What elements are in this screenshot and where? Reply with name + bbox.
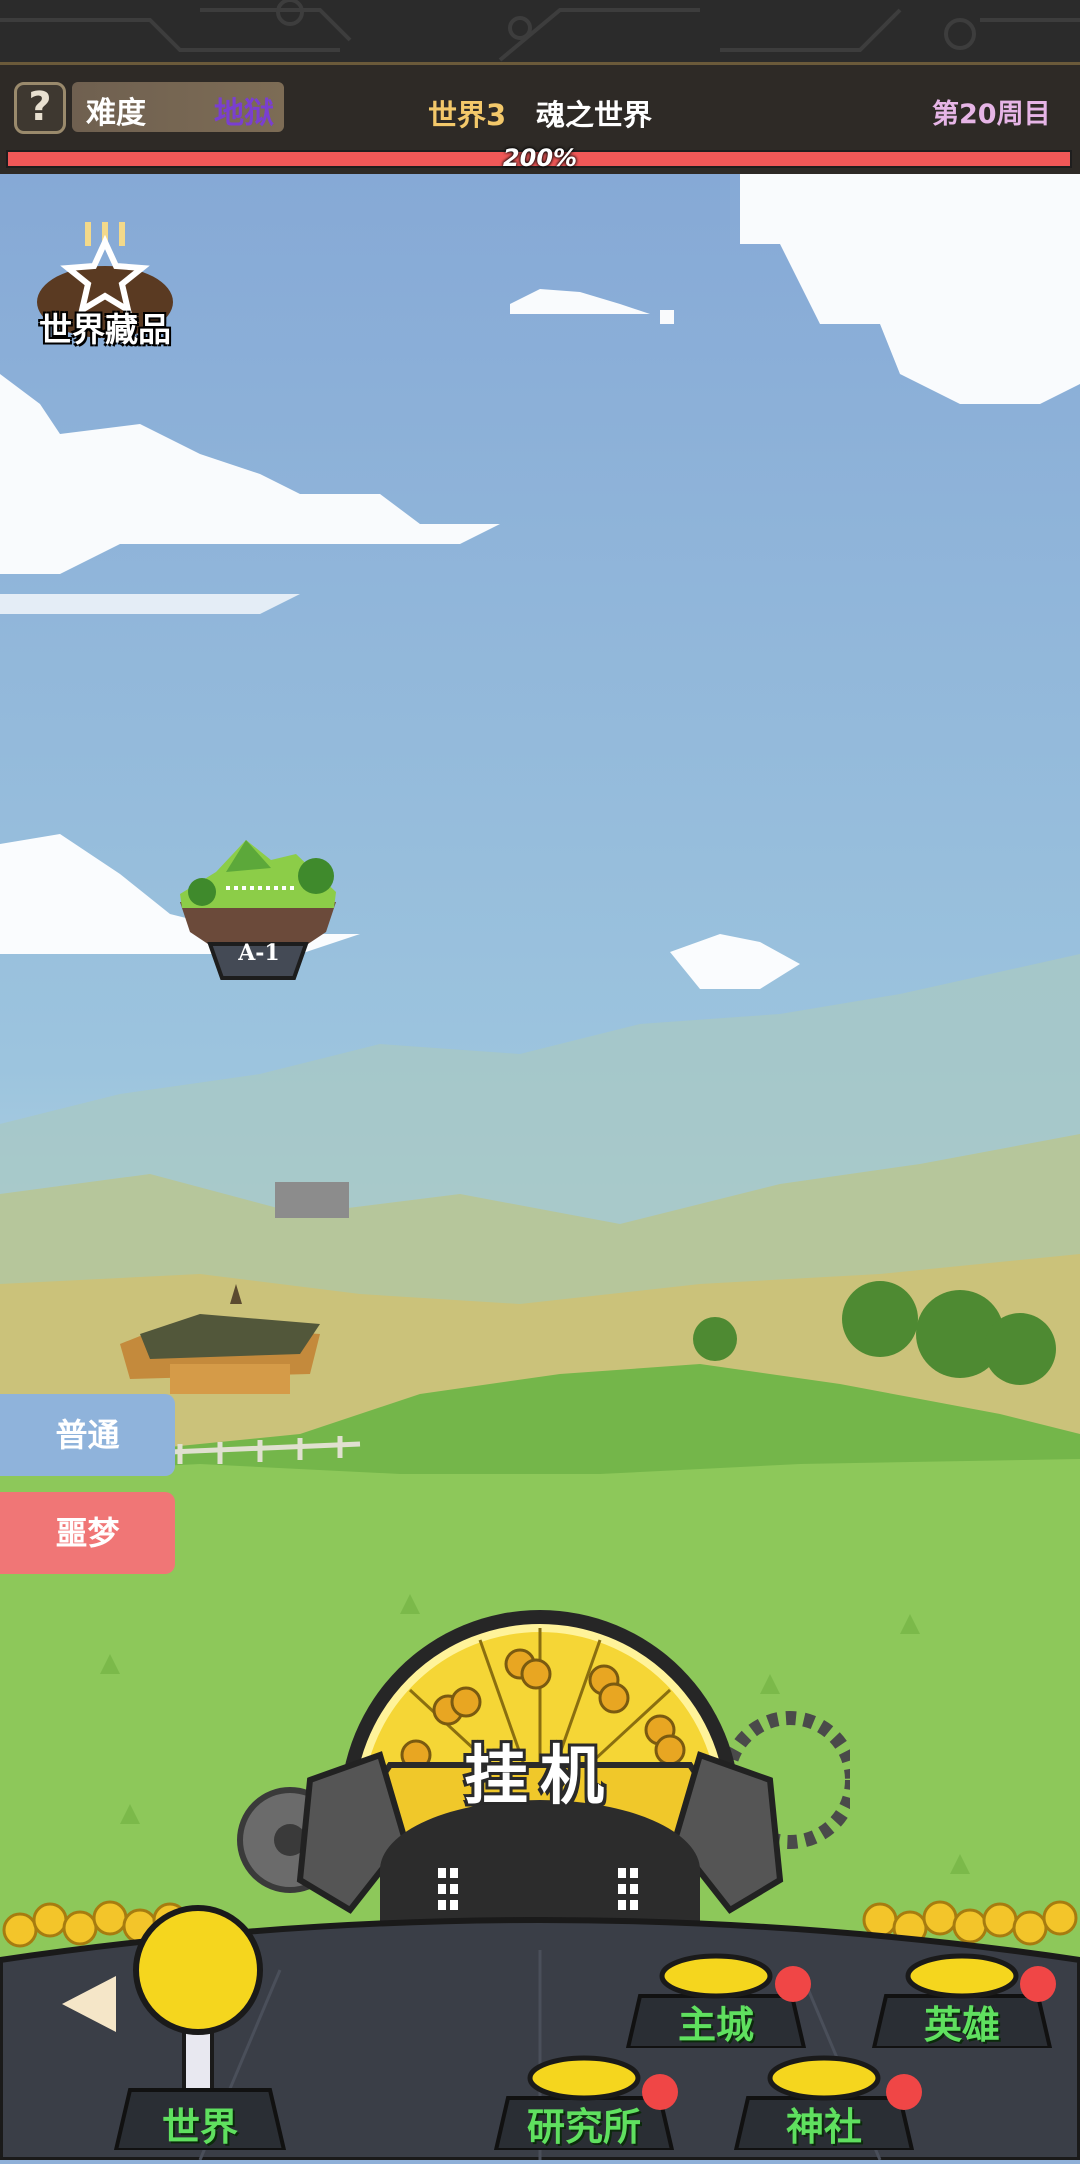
nav-shrine-label: 神社 (785, 2105, 862, 2149)
progress-text: 200% (502, 144, 578, 172)
help-button[interactable]: ? (14, 82, 66, 134)
cycle-counter: 第20周目 (932, 99, 1051, 130)
world-name: 魂之世界 (536, 98, 653, 132)
shrine-notification-dot (886, 2074, 922, 2110)
world-collection-label: 世界藏品 (39, 310, 171, 349)
mode-nightmare-button[interactable]: 噩梦 (0, 1492, 175, 1574)
difficulty-value: 地狱 (214, 96, 274, 131)
heroes-notification-dot (1020, 1966, 1056, 2002)
nav-main-city-label: 主城 (677, 2003, 754, 2047)
mode-normal-button[interactable]: 普通 (0, 1394, 175, 1476)
top-circuit-strip (0, 0, 1080, 66)
idle-label: 挂机 (464, 1740, 616, 1814)
difficulty-label: 难度 (86, 96, 146, 131)
nav-heroes-label: 英雄 (923, 2003, 1000, 2047)
stage-tag: A-1 (238, 940, 280, 966)
world-number: 世界3 (428, 98, 507, 132)
nav-world-label: 世界 (161, 2105, 238, 2149)
research-notification-dot (642, 2074, 678, 2110)
main-city-notification-dot (775, 1966, 811, 2002)
